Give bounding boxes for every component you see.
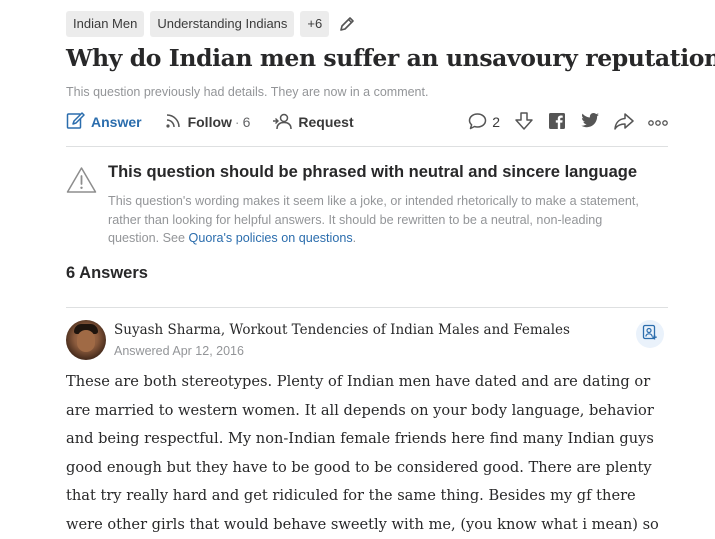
downvote-icon[interactable] [514, 111, 534, 134]
warning-line-2: rather than looking for helpful answers.… [108, 213, 602, 227]
facebook-icon[interactable] [548, 112, 566, 133]
question-title: Why do Indian men suffer an unsavoury re… [66, 44, 706, 72]
avatar[interactable] [66, 320, 106, 360]
follow-label: Follow [188, 114, 232, 130]
warning-title: This question should be phrased with neu… [108, 163, 637, 182]
follow-person-icon [642, 324, 658, 345]
follow-author-button[interactable] [636, 320, 664, 348]
warning-line-3: question. See [108, 231, 189, 245]
answer-line: good enough but they have to be good to … [66, 454, 670, 483]
warning-triangle-icon [66, 166, 97, 194]
topic-chip-understanding-indians[interactable]: Understanding Indians [150, 11, 294, 37]
answer-edit-icon [66, 111, 85, 133]
request-label: Request [298, 114, 353, 130]
policies-link[interactable]: Quora's policies on questions [189, 231, 353, 245]
follow-count: 6 [243, 114, 251, 130]
header-divider [66, 146, 668, 147]
right-actions: 2 [468, 111, 668, 134]
topic-chip-indian-men[interactable]: Indian Men [66, 11, 144, 37]
answer-label: Answer [91, 114, 142, 130]
comment-button[interactable]: 2 [468, 112, 500, 133]
request-person-icon [272, 112, 292, 133]
more-icon[interactable] [648, 114, 668, 130]
answer-line: are married to western women. It all dep… [66, 397, 670, 426]
follow-rss-icon [164, 112, 182, 133]
request-button[interactable]: Request [272, 112, 353, 133]
follow-button[interactable]: Follow · 6 [164, 112, 251, 133]
warning-line-1: This question's wording makes it seem li… [108, 194, 639, 208]
comment-icon [468, 112, 487, 133]
answer-line: and being respectful. My non-Indian fema… [66, 425, 670, 454]
question-action-bar: Answer Follow · 6 Request 2 [66, 110, 668, 134]
share-icon[interactable] [614, 112, 634, 133]
topic-list: Indian Men Understanding Indians +6 [66, 11, 355, 37]
details-note: This question previously had details. Th… [66, 85, 428, 99]
answer-line: that try really hard and get ridiculed f… [66, 482, 670, 511]
answer-line: were other girls that would behave sweet… [66, 511, 670, 539]
pencil-icon[interactable] [339, 16, 355, 32]
twitter-icon[interactable] [580, 112, 600, 132]
answer-button[interactable]: Answer [66, 111, 142, 133]
answer-author[interactable]: Suyash Sharma, Workout Tendencies of Ind… [114, 322, 570, 338]
warning-period: . [353, 231, 357, 245]
answers-count-heading: 6 Answers [66, 264, 148, 283]
answer-line: These are both stereotypes. Plenty of In… [66, 368, 670, 397]
answer-divider [66, 307, 668, 308]
topic-chip-more[interactable]: +6 [300, 11, 329, 37]
answer-text: These are both stereotypes. Plenty of In… [66, 368, 670, 539]
answer-date[interactable]: Answered Apr 12, 2016 [114, 344, 244, 358]
comment-count: 2 [492, 114, 500, 130]
warning-body: This question's wording makes it seem li… [108, 192, 668, 248]
avatar-face [77, 330, 95, 352]
follow-separator: · [235, 114, 240, 130]
